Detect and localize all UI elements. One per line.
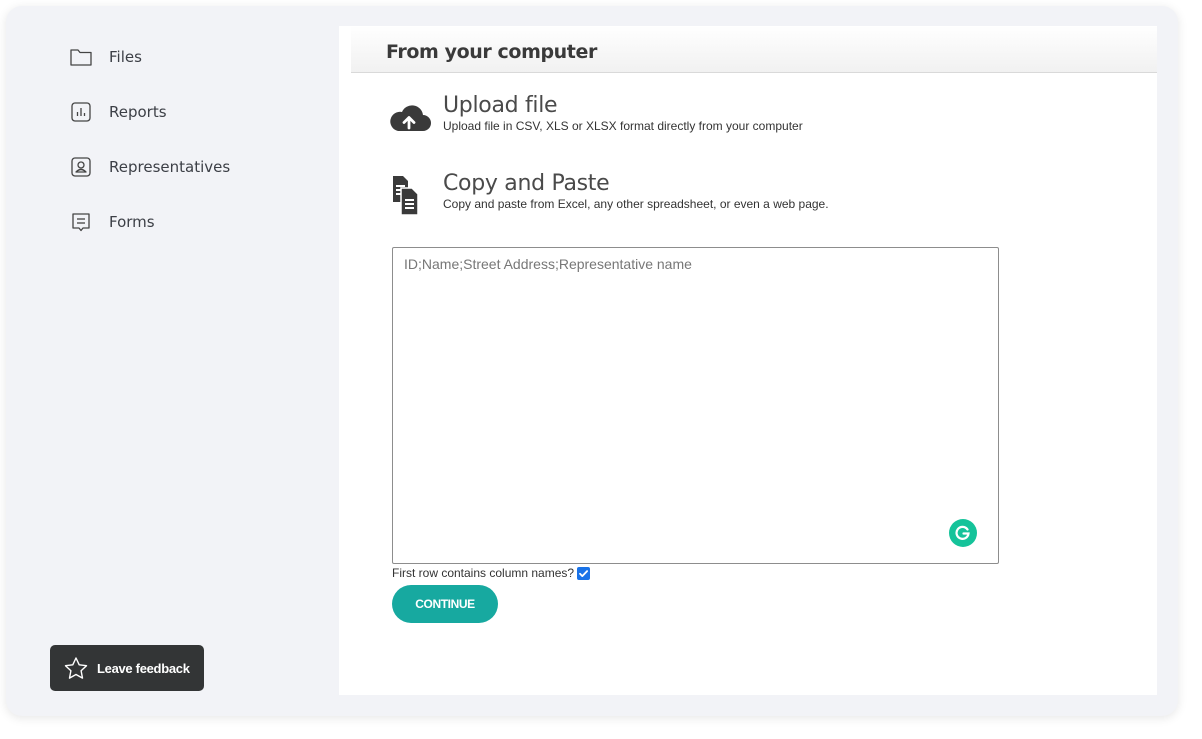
leave-feedback-label: Leave feedback <box>97 660 190 676</box>
sidebar-item-forms[interactable]: Forms <box>69 209 155 235</box>
form-icon <box>69 210 93 234</box>
first-row-option: First row contains column names? <box>392 566 591 580</box>
copy-paste-description: Copy and paste from Excel, any other spr… <box>443 197 829 211</box>
sidebar-item-representatives[interactable]: Representatives <box>69 154 230 180</box>
panel-header: From your computer <box>351 26 1157 73</box>
copy-paste-option[interactable]: Copy and Paste Copy and paste from Excel… <box>387 172 829 218</box>
app-frame: Files Reports Representatives Forms Leav… <box>6 6 1178 716</box>
upload-file-description: Upload file in CSV, XLS or XLSX format d… <box>443 119 803 133</box>
sidebar-item-label: Reports <box>109 103 167 121</box>
first-row-checkbox[interactable] <box>577 566 591 580</box>
upload-file-title: Upload file <box>443 93 558 118</box>
continue-button[interactable]: CONTINUE <box>392 585 498 623</box>
page-title: From your computer <box>386 41 597 63</box>
grammarly-icon[interactable] <box>949 519 977 547</box>
upload-file-option[interactable]: Upload file Upload file in CSV, XLS or X… <box>387 94 803 140</box>
sidebar-item-label: Files <box>109 48 142 66</box>
sidebar-item-reports[interactable]: Reports <box>69 99 167 125</box>
import-panel: From your computer Upload file Upload fi… <box>339 26 1157 695</box>
chart-icon <box>69 100 93 124</box>
copy-paste-title: Copy and Paste <box>443 171 610 196</box>
paste-data-textarea[interactable] <box>392 247 999 564</box>
folder-icon <box>69 45 93 69</box>
cloud-upload-icon <box>387 96 435 140</box>
star-icon <box>63 656 89 680</box>
sidebar-item-label: Representatives <box>109 158 231 176</box>
contact-icon <box>69 155 93 179</box>
first-row-label: First row contains column names? <box>392 566 575 580</box>
sidebar-item-label: Forms <box>109 213 155 231</box>
sidebar: Files Reports Representatives Forms Leav… <box>6 6 339 716</box>
copy-paste-icon <box>387 174 435 218</box>
sidebar-item-files[interactable]: Files <box>69 44 142 70</box>
leave-feedback-button[interactable]: Leave feedback <box>50 645 204 691</box>
